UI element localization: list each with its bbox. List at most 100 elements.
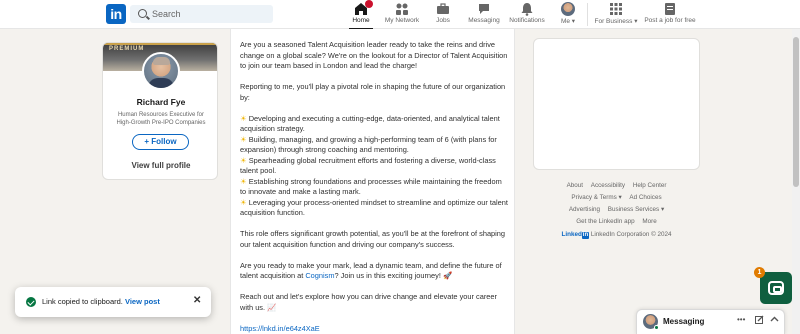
linkedin-logo[interactable]: in (106, 4, 126, 24)
nav-for-business[interactable]: For Business ▾ (594, 2, 638, 28)
nav-for-business-text: For Business (594, 18, 633, 25)
company-mention-link[interactable]: Cognism (305, 271, 334, 280)
footer-brand: Linkedin LinkedIn Corporation © 2024 (533, 229, 700, 241)
search-icon (138, 9, 147, 18)
bullet-item: ☀ Developing and executing a cutting-edg… (240, 114, 508, 135)
chat-icon (477, 2, 491, 16)
nav-jobs[interactable]: Jobs (434, 2, 452, 28)
bullet-item: ☀ Building, managing, and growing a high… (240, 135, 508, 156)
profile-name[interactable]: Richard Fye (103, 97, 217, 107)
author-profile-card: PREMIUM Richard Fye Human Resources Exec… (102, 42, 218, 180)
post-content: Are you a seasoned Talent Acquisition le… (230, 29, 515, 334)
nav-post-job-label: Post a job for free (644, 17, 696, 24)
sparkle-icon: ☀ (240, 134, 247, 144)
search-input[interactable] (152, 7, 267, 21)
linkedin-wordmark-box: in (581, 232, 590, 239)
nav-jobs-label: Jobs (436, 17, 450, 24)
premium-stripe (103, 43, 217, 45)
nav-my-network[interactable]: My Network (384, 2, 420, 28)
sparkle-icon: ☀ (240, 113, 247, 123)
footer-advertising-link[interactable]: Advertising (569, 206, 600, 213)
footer-row: Get the LinkedIn app More (533, 216, 700, 228)
post-reporting: Reporting to me, you'll play a pivotal r… (240, 82, 506, 102)
footer-get-app-link[interactable]: Get the LinkedIn app (576, 218, 634, 225)
sparkle-icon: ☀ (240, 176, 247, 186)
footer-links: About Accessibility Help Center Privacy … (533, 180, 700, 241)
sparkle-icon: ☀ (240, 155, 247, 165)
avatar[interactable] (142, 52, 180, 90)
profile-headline: Human Resources Executive for High-Growt… (116, 112, 206, 126)
bell-icon (520, 2, 534, 16)
footer-business-services-link[interactable]: Business Services ▾ (608, 206, 664, 213)
chevron-up-icon[interactable] (770, 315, 779, 326)
online-status-dot (654, 325, 659, 330)
footer-row: About Accessibility Help Center (533, 180, 700, 192)
footer-copyright: LinkedIn Corporation © 2024 (590, 231, 672, 238)
post-url-link[interactable]: https://lnkd.in/e64z4XaE (240, 324, 508, 334)
footer-row: Advertising Business Services ▾ (533, 204, 700, 216)
post-cta: Are you ready to make your mark, lead a … (240, 261, 508, 282)
nav-home[interactable]: Home (349, 0, 373, 30)
briefcase-icon (436, 2, 450, 16)
bullet-item: ☀ Spearheading global recruitment effort… (240, 156, 508, 177)
nav-divider (587, 3, 588, 26)
chevron-down-icon: ▾ (634, 18, 638, 25)
nav-messaging-label: Messaging (468, 17, 500, 24)
search-box[interactable] (130, 5, 273, 23)
cognism-extension-widget[interactable] (760, 272, 792, 304)
bullet-text: Leveraging your process-oriented mindset… (240, 197, 508, 218)
top-nav: in Home My Network Jobs Messaging Notifi (0, 0, 800, 30)
toast-message: Link copied to clipboard. View post (42, 297, 160, 306)
compose-icon[interactable] (755, 315, 764, 326)
view-post-link[interactable]: View post (125, 297, 160, 306)
home-icon (354, 0, 373, 16)
nav-me-text: Me (560, 18, 570, 25)
linkedin-wordmark: Linked (561, 231, 582, 238)
extension-icon (768, 281, 784, 295)
bullet-text: Spearheading global recruitment efforts … (240, 155, 496, 176)
bullet-text: Developing and executing a cutting-edge,… (240, 113, 500, 134)
sparkle-icon: ☀ (240, 197, 247, 207)
nav-me[interactable]: Me ▾ (557, 2, 579, 28)
grid-icon (609, 2, 623, 16)
network-icon (395, 2, 409, 16)
nav-post-job[interactable]: Post a job for free (642, 2, 698, 28)
toast-notification: Link copied to clipboard. View post ✕ (15, 287, 211, 317)
footer-row: Privacy & Terms ▾ Ad Choices (533, 192, 700, 204)
nav-home-label: Home (352, 17, 370, 24)
footer-privacy-link[interactable]: Privacy & Terms ▾ (571, 194, 621, 201)
close-icon[interactable]: ✕ (193, 295, 201, 306)
footer-accessibility-link[interactable]: Accessibility (591, 182, 625, 189)
toast-message-text: Link copied to clipboard. (42, 297, 123, 306)
premium-label: PREMIUM (109, 46, 145, 52)
footer-ad-choices-link[interactable]: Ad Choices (629, 194, 661, 201)
footer-more-link[interactable]: More (642, 218, 656, 225)
post-growth: This role offers significant growth pote… (240, 229, 506, 249)
bullet-text: Building, managing, and growing a high-p… (240, 134, 497, 155)
post-bullets: ☀ Developing and executing a cutting-edg… (240, 114, 508, 219)
nav-me-label: Me ▾ (557, 17, 579, 25)
widget-badge: 1 (754, 267, 765, 278)
messaging-title[interactable]: Messaging (663, 317, 704, 326)
view-full-profile-link[interactable]: View full profile (103, 161, 217, 170)
footer-about-link[interactable]: About (567, 182, 583, 189)
post-job-icon (663, 2, 677, 16)
scrollbar[interactable] (792, 29, 800, 334)
post-reach-out: Reach out and let's explore how you can … (240, 292, 497, 312)
nav-messaging[interactable]: Messaging (466, 2, 502, 28)
bullet-item: ☀ Establishing strong foundations and pr… (240, 177, 508, 198)
nav-for-business-label: For Business ▾ (594, 17, 638, 25)
bullet-text: Establishing strong foundations and proc… (240, 176, 502, 197)
scrollbar-thumb[interactable] (793, 37, 799, 187)
bullet-item: ☀ Leveraging your process-oriented minds… (240, 198, 508, 219)
nav-my-network-label: My Network (384, 17, 420, 24)
follow-button[interactable]: + Follow (132, 134, 189, 150)
nav-notifications[interactable]: Notifications (507, 2, 547, 28)
footer-help-center-link[interactable]: Help Center (633, 182, 667, 189)
nav-notifications-label: Notifications (509, 17, 545, 24)
avatar-small (561, 2, 575, 16)
messaging-bar[interactable]: Messaging ••• (636, 309, 785, 334)
cta-text-end: ? Join us in this exciting journey! 🚀 (334, 271, 453, 280)
post-intro: Are you a seasoned Talent Acquisition le… (240, 40, 508, 70)
more-options-icon[interactable]: ••• (737, 315, 745, 324)
